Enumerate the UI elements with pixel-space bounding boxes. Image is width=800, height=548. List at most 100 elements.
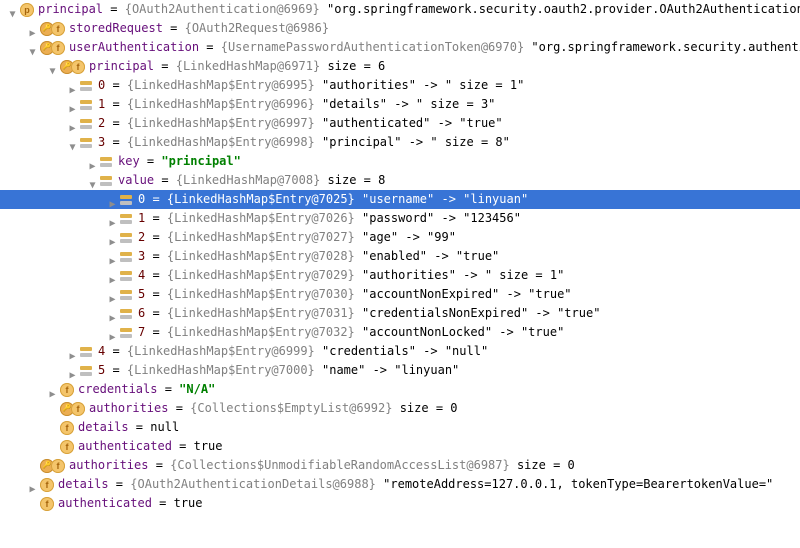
tree-row[interactable]: ▶4 = {LinkedHashMap$Entry@6999} "credent… [0, 342, 800, 361]
string-value: "credentialsNonExpired" -> "true" [362, 306, 600, 320]
tree-row[interactable]: ▶2 = {LinkedHashMap$Entry@7027} "age" ->… [0, 228, 800, 247]
field-icon: f [51, 41, 65, 55]
tree-row[interactable]: ▼🔑fprincipal = {LinkedHashMap@6971} size… [0, 57, 800, 76]
variable-name: details [58, 477, 109, 491]
tree-row[interactable]: fauthenticated = true [0, 437, 800, 456]
tree-row[interactable]: ▶6 = {LinkedHashMap$Entry@7031} "credent… [0, 304, 800, 323]
value-suffix [355, 287, 362, 301]
expand-collapse-arrow[interactable]: ▶ [68, 100, 77, 109]
expand-collapse-arrow[interactable]: ▶ [108, 309, 117, 318]
debugger-variables-tree[interactable]: ▼pprincipal = {OAuth2Authentication@6969… [0, 0, 800, 548]
equals: = [145, 249, 167, 263]
expand-collapse-arrow[interactable]: ▼ [68, 138, 77, 147]
object-reference: {LinkedHashMap$Entry@6997} [127, 116, 315, 130]
expand-collapse-arrow[interactable]: ▶ [68, 81, 77, 90]
equals: = [145, 211, 167, 225]
equals: = [199, 40, 221, 54]
object-reference: {LinkedHashMap$Entry@6996} [127, 97, 315, 111]
variable-name: value [118, 173, 154, 187]
object-reference: {LinkedHashMap$Entry@7026} [167, 211, 355, 225]
field-icon: f [51, 22, 65, 36]
expand-collapse-arrow[interactable]: ▶ [108, 290, 117, 299]
expand-collapse-arrow[interactable]: ▼ [48, 62, 57, 71]
expand-collapse-arrow[interactable]: ▼ [28, 43, 37, 52]
expand-collapse-arrow[interactable]: ▶ [88, 157, 97, 166]
expand-collapse-arrow[interactable]: ▼ [8, 5, 17, 14]
tree-row[interactable]: ▶5 = {LinkedHashMap$Entry@7000} "name" -… [0, 361, 800, 380]
tree-row[interactable]: ▶0 = {LinkedHashMap$Entry@6995} "authori… [0, 76, 800, 95]
string-value: "username" -> "linyuan" [362, 192, 528, 206]
object-reference: {Collections$UnmodifiableRandomAccessLis… [170, 458, 510, 472]
equals: = [105, 97, 127, 111]
expand-collapse-arrow[interactable]: ▶ [108, 271, 117, 280]
object-reference: {OAuth2Request@6986} [185, 21, 330, 35]
field-icon: f [40, 497, 54, 511]
tree-row[interactable]: fdetails = null [0, 418, 800, 437]
equals: = [145, 306, 167, 320]
variable-name: userAuthentication [69, 40, 199, 54]
tree-row[interactable]: ▶1 = {LinkedHashMap$Entry@6996} "details… [0, 95, 800, 114]
string-value: "authorities" -> " size = 1" [322, 78, 524, 92]
expand-collapse-arrow[interactable]: ▶ [108, 328, 117, 337]
equals: = [154, 173, 176, 187]
tree-row[interactable]: ▶3 = {LinkedHashMap$Entry@7028} "enabled… [0, 247, 800, 266]
expand-collapse-arrow[interactable]: ▶ [108, 252, 117, 261]
string-value: "principal" [161, 154, 240, 168]
tree-row[interactable]: ▶2 = {LinkedHashMap$Entry@6997} "authent… [0, 114, 800, 133]
tree-row[interactable]: ▶0 = {LinkedHashMap$Entry@7025} "usernam… [0, 190, 800, 209]
tree-row[interactable]: 🔑fauthorities = {Collections$Unmodifiabl… [0, 456, 800, 475]
tree-row[interactable]: ▶🔑fstoredRequest = {OAuth2Request@6986} [0, 19, 800, 38]
string-value: "age" -> "99" [362, 230, 456, 244]
object-reference: {OAuth2Authentication@6969} [125, 2, 320, 16]
string-value: "password" -> "123456" [362, 211, 521, 225]
map-entry-icon [120, 194, 134, 206]
tree-row[interactable]: ▼3 = {LinkedHashMap$Entry@6998} "princip… [0, 133, 800, 152]
expand-collapse-arrow[interactable]: ▶ [28, 480, 37, 489]
tree-row[interactable]: ▼🔑fuserAuthentication = {UsernamePasswor… [0, 38, 800, 57]
equals: = [109, 477, 131, 491]
expand-collapse-arrow[interactable]: ▶ [68, 347, 77, 356]
expand-collapse-arrow[interactable]: ▶ [28, 24, 37, 33]
tree-row[interactable]: ▶fcredentials = "N/A" [0, 380, 800, 399]
property-icon: p [20, 3, 34, 17]
tree-row[interactable]: 🔑fauthorities = {Collections$EmptyList@6… [0, 399, 800, 418]
field-icon: f [71, 402, 85, 416]
tree-row[interactable]: ▶7 = {LinkedHashMap$Entry@7032} "account… [0, 323, 800, 342]
tree-row[interactable]: ▼pprincipal = {OAuth2Authentication@6969… [0, 0, 800, 19]
object-reference: {LinkedHashMap$Entry@7032} [167, 325, 355, 339]
tree-row[interactable]: ▶key = "principal" [0, 152, 800, 171]
map-entry-icon [120, 251, 134, 263]
variable-name: authorities [89, 401, 168, 415]
string-value: "N/A" [179, 382, 215, 396]
tree-row[interactable]: ▶fdetails = {OAuth2AuthenticationDetails… [0, 475, 800, 494]
expand-collapse-arrow[interactable]: ▶ [108, 214, 117, 223]
tree-row[interactable]: fauthenticated = true [0, 494, 800, 513]
tree-row[interactable]: ▶5 = {LinkedHashMap$Entry@7030} "account… [0, 285, 800, 304]
expand-collapse-arrow[interactable]: ▶ [48, 385, 57, 394]
tree-row[interactable]: ▶4 = {LinkedHashMap$Entry@7029} "authori… [0, 266, 800, 285]
object-reference: {LinkedHashMap$Entry@6999} [127, 344, 315, 358]
tree-row[interactable]: ▶1 = {LinkedHashMap$Entry@7026} "passwor… [0, 209, 800, 228]
tree-row[interactable]: ▼value = {LinkedHashMap@7008} size = 8 [0, 171, 800, 190]
equals: = [163, 21, 185, 35]
value-suffix [315, 116, 322, 130]
value-suffix: size = 0 [510, 458, 575, 472]
expand-collapse-arrow[interactable]: ▶ [108, 195, 117, 204]
variable-name: authenticated [58, 496, 152, 510]
value-suffix: true [194, 439, 223, 453]
value-suffix [315, 78, 322, 92]
equals: = [145, 268, 167, 282]
expand-collapse-arrow[interactable]: ▶ [108, 233, 117, 242]
map-entry-icon [120, 232, 134, 244]
expand-collapse-arrow[interactable]: ▶ [68, 366, 77, 375]
map-entry-icon [80, 118, 94, 130]
map-entry-icon [80, 80, 94, 92]
expand-collapse-arrow[interactable]: ▶ [68, 119, 77, 128]
variable-name: authorities [69, 458, 148, 472]
string-value: "principal" -> " size = 8" [322, 135, 510, 149]
field-icon: f [60, 383, 74, 397]
expand-collapse-arrow[interactable]: ▼ [88, 176, 97, 185]
object-reference: {LinkedHashMap$Entry@7000} [127, 363, 315, 377]
map-entry-icon [80, 346, 94, 358]
object-reference: {LinkedHashMap$Entry@7025} [167, 192, 355, 206]
